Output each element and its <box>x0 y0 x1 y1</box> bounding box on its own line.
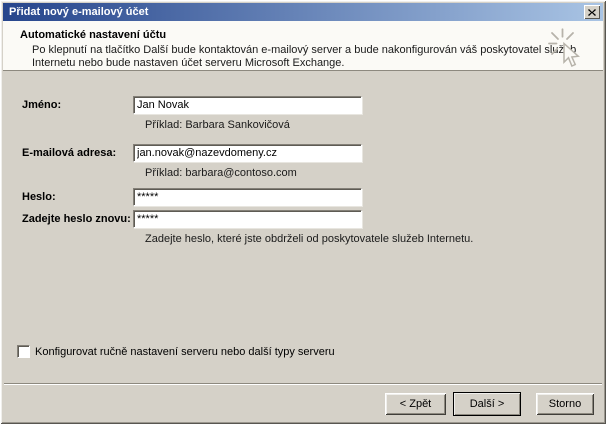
manual-config-label[interactable]: Konfigurovat ručně nastavení serveru neb… <box>35 346 335 358</box>
header-description-line2: Internetu nebo bude nastaven účet server… <box>32 57 576 70</box>
password-label: Heslo: <box>22 191 56 203</box>
next-button[interactable]: Další > <box>453 392 521 416</box>
footer-separator <box>4 383 602 385</box>
name-label: Jméno: <box>22 99 61 111</box>
wizard-header: Automatické nastavení účtu Po klepnutí n… <box>3 21 603 71</box>
titlebar[interactable]: Přidat nový e-mailový účet <box>3 3 603 21</box>
password-repeat-label: Zadejte heslo znovu: <box>22 213 131 225</box>
manual-config-checkbox[interactable] <box>17 345 30 358</box>
manual-config-row: Konfigurovat ručně nastavení serveru neb… <box>17 345 335 358</box>
header-description: Po klepnutí na tlačítko Další bude konta… <box>32 44 576 70</box>
window-title: Přidat nový e-mailový účet <box>9 6 584 18</box>
cancel-button[interactable]: Storno <box>536 393 594 415</box>
close-icon <box>588 9 596 16</box>
password-repeat-input[interactable] <box>133 210 362 228</box>
email-example: Příklad: barbara@contoso.com <box>145 167 297 179</box>
back-button[interactable]: < Zpět <box>385 393 446 415</box>
header-description-line1: Po klepnutí na tlačítko Další bude konta… <box>32 44 576 57</box>
email-label: E-mailová adresa: <box>22 147 116 159</box>
add-email-account-dialog: Přidat nový e-mailový účet Automatické n… <box>0 0 606 424</box>
password-hint: Zadejte heslo, které jste obdrželi od po… <box>145 233 473 245</box>
cursor-sparkle-icon <box>547 27 581 69</box>
password-input[interactable] <box>133 188 362 206</box>
email-input[interactable] <box>133 144 362 162</box>
close-button[interactable] <box>584 5 600 19</box>
name-example: Příklad: Barbara Sankovičová <box>145 119 290 131</box>
name-input[interactable] <box>133 96 362 114</box>
header-title: Automatické nastavení účtu <box>20 29 166 41</box>
